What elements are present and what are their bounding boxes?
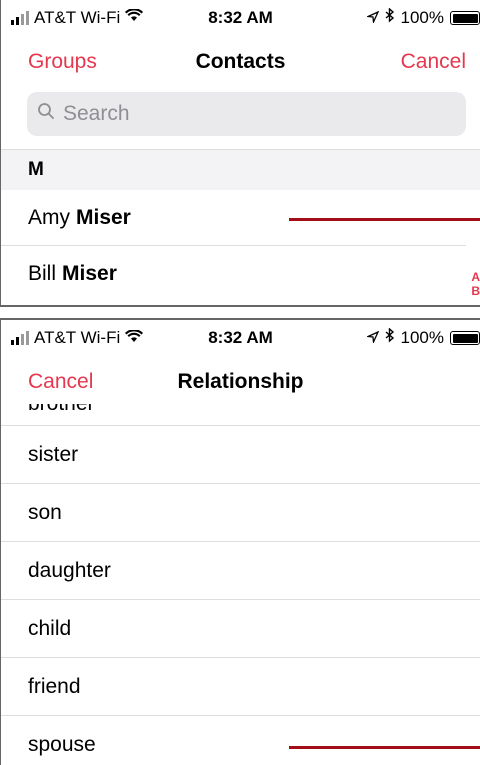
relationship-label: friend <box>28 674 81 698</box>
relationship-label: daughter <box>28 558 111 582</box>
battery-percent: 100% <box>400 328 444 347</box>
relationship-label: sister <box>28 442 79 466</box>
callout-line <box>289 218 480 221</box>
list-item[interactable]: sister <box>1 426 480 484</box>
relationship-label: son <box>28 500 62 524</box>
list-item[interactable]: brother <box>1 404 480 426</box>
list-item[interactable]: child <box>1 600 480 658</box>
status-bar: AT&T Wi-Fi 8:32 AM 100% <box>1 0 480 36</box>
contacts-navbar: Groups Contacts Cancel <box>1 36 480 86</box>
bluetooth-icon <box>385 7 395 28</box>
contact-last-name: Miser <box>76 205 131 229</box>
location-arrow-icon <box>365 328 379 348</box>
contact-first-name: Amy <box>28 205 70 229</box>
contact-first-name: Bill <box>28 262 57 285</box>
list-item[interactable]: friend <box>1 658 480 716</box>
page-title: Relationship <box>177 370 304 393</box>
location-arrow-icon <box>365 8 379 28</box>
bluetooth-icon <box>385 327 395 348</box>
list-item[interactable]: daughter <box>1 542 480 600</box>
relationship-list: brother sister son daughter child friend… <box>1 404 480 765</box>
section-header: M <box>1 150 480 190</box>
callout-line <box>289 746 480 749</box>
cancel-button[interactable]: Cancel <box>401 50 466 74</box>
status-bar: AT&T Wi-Fi 8:32 AM 100% <box>1 320 480 356</box>
section-index[interactable]: A B <box>471 270 480 298</box>
relationship-navbar: Cancel Relationship <box>1 356 480 404</box>
list-item[interactable]: son <box>1 484 480 542</box>
battery-percent: 100% <box>400 8 444 27</box>
search-field[interactable] <box>27 92 466 136</box>
search-icon <box>37 102 55 126</box>
relationship-label: spouse <box>28 733 96 756</box>
search-input[interactable] <box>63 102 443 126</box>
relationship-screen: AT&T Wi-Fi 8:32 AM 100% Cancel Relations… <box>0 318 480 765</box>
relationship-label: child <box>28 616 72 640</box>
battery-icon <box>450 11 480 25</box>
contact-row[interactable]: Bill Miser <box>1 246 466 302</box>
index-letter[interactable]: B <box>471 284 480 298</box>
index-letter[interactable]: A <box>471 270 480 284</box>
contact-last-name: Miser <box>62 262 117 285</box>
relationship-label: brother <box>28 404 480 416</box>
search-bar <box>1 86 480 150</box>
battery-icon <box>450 331 480 345</box>
contacts-screen: AT&T Wi-Fi 8:32 AM 100% Groups Contacts … <box>0 0 480 307</box>
contact-row[interactable]: Amy Miser <box>1 190 480 246</box>
list-item[interactable]: spouse <box>1 716 480 765</box>
